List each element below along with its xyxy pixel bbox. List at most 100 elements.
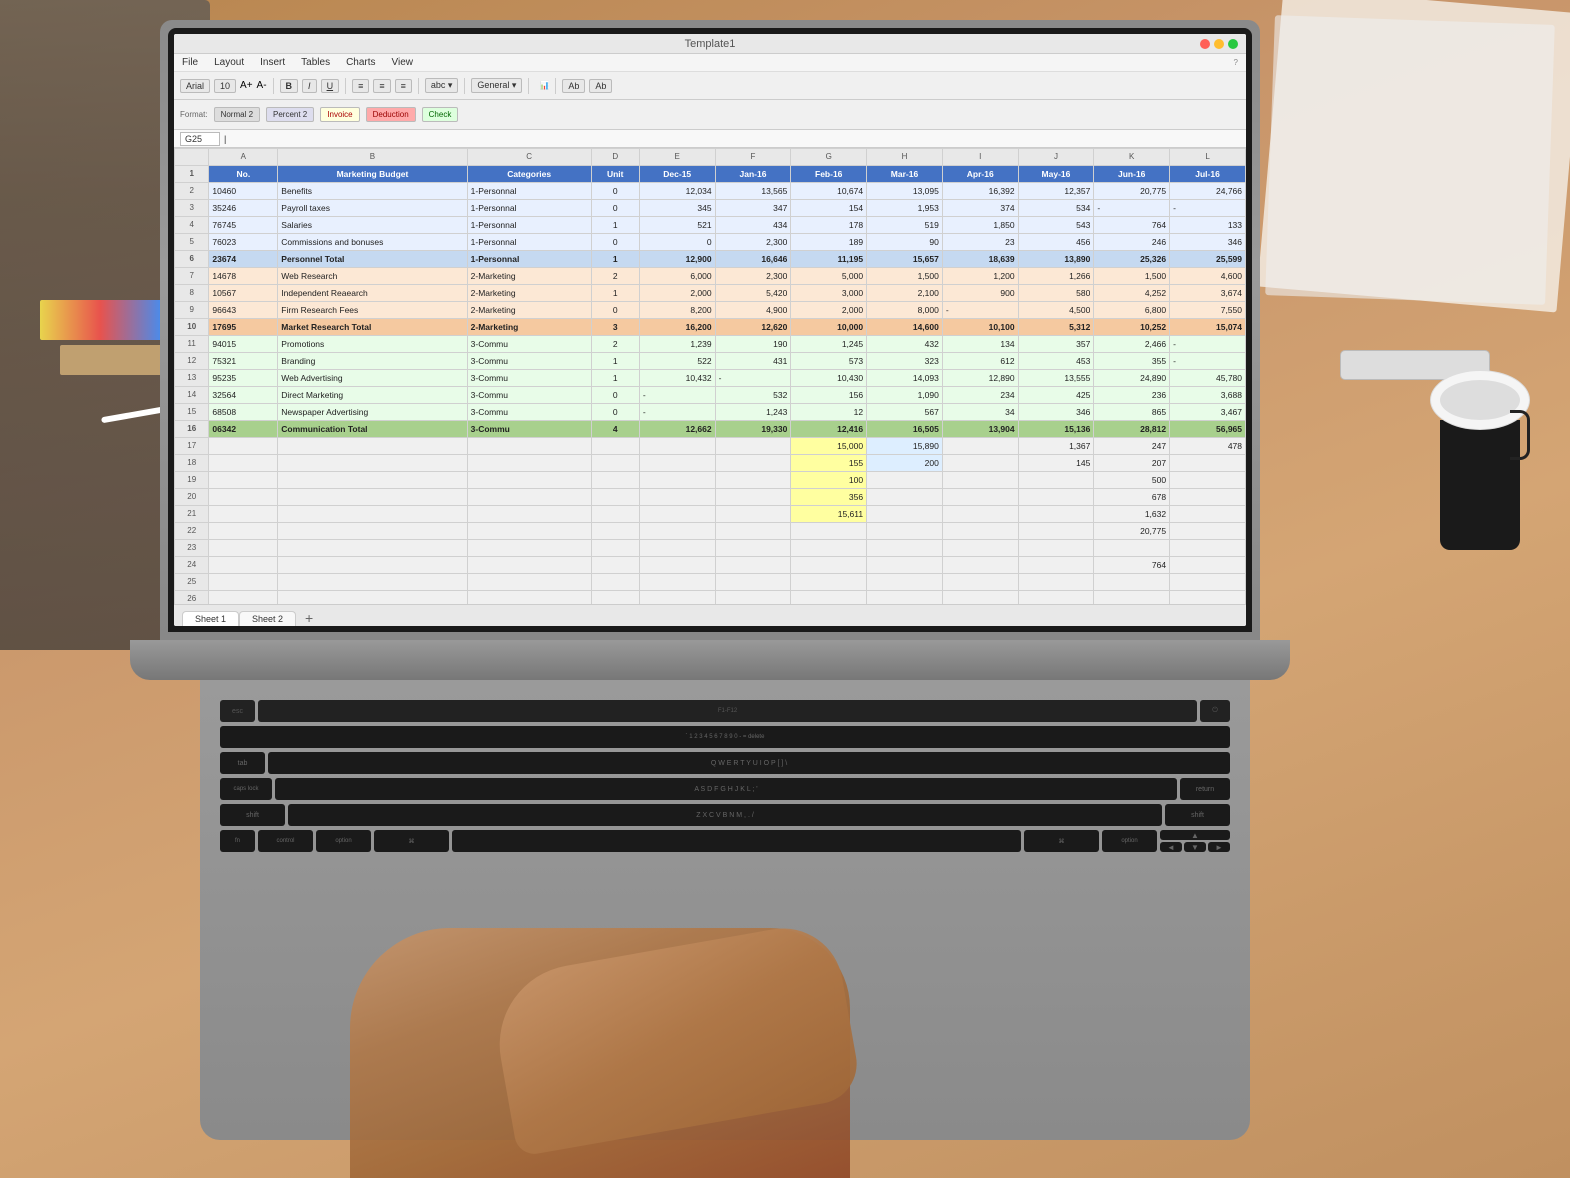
table-cell[interactable]: 189 bbox=[791, 234, 867, 251]
table-cell[interactable]: Newspaper Advertising bbox=[278, 404, 467, 421]
table-cell[interactable]: 12,890 bbox=[942, 370, 1018, 387]
table-cell[interactable] bbox=[715, 523, 791, 540]
shift-right-key[interactable]: shift bbox=[1165, 804, 1230, 826]
table-cell[interactable]: Marketing Budget bbox=[278, 166, 467, 183]
table-cell[interactable] bbox=[1170, 523, 1246, 540]
table-cell[interactable]: 14,600 bbox=[867, 319, 943, 336]
table-cell[interactable]: 3,467 bbox=[1170, 404, 1246, 421]
table-cell[interactable]: 234 bbox=[942, 387, 1018, 404]
table-cell[interactable]: - bbox=[1170, 200, 1246, 217]
table-cell[interactable] bbox=[209, 472, 278, 489]
table-cell[interactable] bbox=[867, 591, 943, 605]
table-cell[interactable]: 154 bbox=[791, 200, 867, 217]
table-cell[interactable]: 10,000 bbox=[791, 319, 867, 336]
menu-charts[interactable]: Charts bbox=[346, 57, 375, 68]
col-f-header[interactable]: F bbox=[715, 149, 791, 166]
table-cell[interactable] bbox=[467, 574, 591, 591]
table-cell[interactable]: 10460 bbox=[209, 183, 278, 200]
table-cell[interactable]: 17695 bbox=[209, 319, 278, 336]
esc-key[interactable]: esc bbox=[220, 700, 255, 722]
table-cell[interactable] bbox=[209, 489, 278, 506]
table-cell[interactable]: Web Research bbox=[278, 268, 467, 285]
table-cell[interactable]: 478 bbox=[1170, 438, 1246, 455]
table-cell[interactable]: 431 bbox=[715, 353, 791, 370]
table-cell[interactable]: 764 bbox=[1094, 217, 1170, 234]
table-cell[interactable] bbox=[715, 557, 791, 574]
table-cell[interactable]: 13,904 bbox=[942, 421, 1018, 438]
table-cell[interactable] bbox=[867, 557, 943, 574]
table-cell[interactable]: 3-Commu bbox=[467, 404, 591, 421]
table-cell[interactable] bbox=[942, 574, 1018, 591]
col-h-header[interactable]: H bbox=[867, 149, 943, 166]
table-cell[interactable]: 4,900 bbox=[715, 302, 791, 319]
table-cell[interactable]: 1,500 bbox=[1094, 268, 1170, 285]
table-cell[interactable]: 3,000 bbox=[791, 285, 867, 302]
table-cell[interactable] bbox=[715, 540, 791, 557]
table-cell[interactable]: 13,095 bbox=[867, 183, 943, 200]
table-cell[interactable] bbox=[942, 557, 1018, 574]
table-cell[interactable]: Jan-16 bbox=[715, 166, 791, 183]
table-cell[interactable] bbox=[639, 591, 715, 605]
table-cell[interactable]: 453 bbox=[1018, 353, 1094, 370]
table-cell[interactable]: 1,090 bbox=[867, 387, 943, 404]
col-a-header[interactable]: A bbox=[209, 149, 278, 166]
table-cell[interactable]: 1,266 bbox=[1018, 268, 1094, 285]
table-cell[interactable]: 10567 bbox=[209, 285, 278, 302]
table-cell[interactable]: 2,000 bbox=[791, 302, 867, 319]
table-cell[interactable]: 2,000 bbox=[639, 285, 715, 302]
table-cell[interactable]: 0 bbox=[591, 234, 639, 251]
table-cell[interactable] bbox=[715, 574, 791, 591]
table-cell[interactable]: - bbox=[1170, 336, 1246, 353]
table-cell[interactable] bbox=[209, 540, 278, 557]
table-cell[interactable]: 2-Marketing bbox=[467, 285, 591, 302]
table-cell[interactable] bbox=[791, 557, 867, 574]
table-cell[interactable] bbox=[1018, 472, 1094, 489]
table-cell[interactable] bbox=[591, 574, 639, 591]
table-cell[interactable]: Benefits bbox=[278, 183, 467, 200]
table-cell[interactable]: 2-Marketing bbox=[467, 268, 591, 285]
table-cell[interactable]: 178 bbox=[791, 217, 867, 234]
table-cell[interactable]: 134 bbox=[942, 336, 1018, 353]
col-d-header[interactable]: D bbox=[591, 149, 639, 166]
table-cell[interactable]: 580 bbox=[1018, 285, 1094, 302]
table-cell[interactable]: - bbox=[639, 404, 715, 421]
table-cell[interactable]: 1,367 bbox=[1018, 438, 1094, 455]
col-i-header[interactable]: I bbox=[942, 149, 1018, 166]
table-cell[interactable] bbox=[278, 455, 467, 472]
table-cell[interactable]: 24,766 bbox=[1170, 183, 1246, 200]
table-cell[interactable] bbox=[591, 472, 639, 489]
table-cell[interactable] bbox=[791, 574, 867, 591]
table-cell[interactable]: 522 bbox=[639, 353, 715, 370]
table-cell[interactable]: 15,890 bbox=[867, 438, 943, 455]
table-cell[interactable]: Unit bbox=[591, 166, 639, 183]
table-cell[interactable] bbox=[715, 489, 791, 506]
table-cell[interactable] bbox=[791, 591, 867, 605]
table-cell[interactable]: 12,662 bbox=[639, 421, 715, 438]
table-cell[interactable]: 75321 bbox=[209, 353, 278, 370]
table-cell[interactable]: 0 bbox=[591, 302, 639, 319]
table-cell[interactable]: 1 bbox=[591, 285, 639, 302]
table-cell[interactable] bbox=[278, 438, 467, 455]
table-cell[interactable]: 16,392 bbox=[942, 183, 1018, 200]
table-cell[interactable]: 1,953 bbox=[867, 200, 943, 217]
table-cell[interactable]: Mar-16 bbox=[867, 166, 943, 183]
table-cell[interactable]: 68508 bbox=[209, 404, 278, 421]
table-cell[interactable]: 207 bbox=[1094, 455, 1170, 472]
table-cell[interactable]: 1 bbox=[591, 251, 639, 268]
table-cell[interactable]: 25,599 bbox=[1170, 251, 1246, 268]
arrow-up-key[interactable]: ▲ bbox=[1160, 830, 1230, 840]
sheet-tab-1[interactable]: Sheet 1 bbox=[182, 611, 239, 626]
table-cell[interactable]: 1-Personnal bbox=[467, 234, 591, 251]
table-cell[interactable]: 357 bbox=[1018, 336, 1094, 353]
table-cell[interactable]: Jun-16 bbox=[1094, 166, 1170, 183]
table-cell[interactable]: 18,639 bbox=[942, 251, 1018, 268]
table-cell[interactable] bbox=[791, 540, 867, 557]
command-right-key[interactable]: ⌘ bbox=[1024, 830, 1099, 852]
toolbar-conditional[interactable]: 📊 bbox=[539, 81, 549, 90]
table-cell[interactable] bbox=[1170, 455, 1246, 472]
table-cell[interactable]: 345 bbox=[639, 200, 715, 217]
table-cell[interactable]: 10,100 bbox=[942, 319, 1018, 336]
table-cell[interactable] bbox=[1170, 540, 1246, 557]
table-cell[interactable]: 12,034 bbox=[639, 183, 715, 200]
table-cell[interactable]: 23674 bbox=[209, 251, 278, 268]
